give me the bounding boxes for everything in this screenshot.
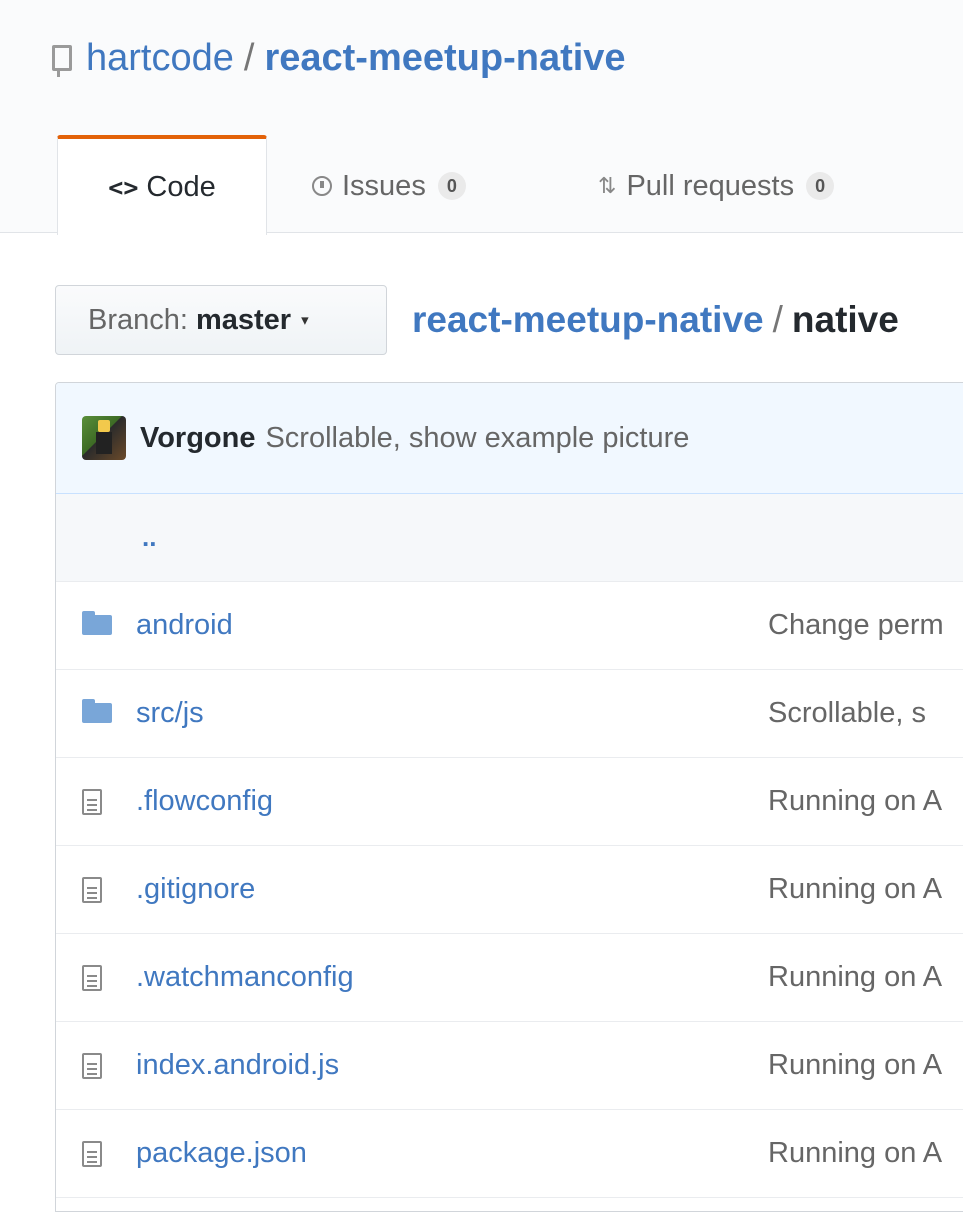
breadcrumb: react-meetup-native / native [412,290,963,350]
file-text-icon [82,789,102,815]
parent-directory-link[interactable]: .. [142,522,156,553]
repo-title: hartcode / react-meetup-native [52,30,626,86]
pull-requests-counter: 0 [806,172,835,200]
repo-name-link[interactable]: react-meetup-native [264,37,625,80]
file-name-link[interactable]: .watchmanconfig [136,961,354,994]
tab-pull-requests-label: Pull requests [626,169,795,202]
file-text-icon [82,1053,102,1079]
file-commit-message-link[interactable]: Running on A [768,785,942,818]
tab-issues-label: Issues [342,169,426,202]
file-name-link[interactable]: .flowconfig [136,785,273,818]
breadcrumb-separator: / [772,299,783,340]
file-commit-message-link[interactable]: Running on A [768,873,942,906]
git-pull-request-icon: ⇅ [598,173,617,199]
code-icon: <> [108,172,139,202]
table-row: .flowconfig Running on A [56,758,963,846]
branch-select-button[interactable]: Branch: master ▾ [55,285,387,355]
repo-title-separator: / [243,36,255,79]
avatar[interactable] [82,416,126,460]
file-commit-message-link[interactable]: Running on A [768,1049,942,1082]
file-name-link[interactable]: index.android.js [136,1049,339,1082]
repo-owner-link[interactable]: hartcode [86,37,234,80]
branch-name: master [195,303,292,336]
file-commit-message-link[interactable]: Running on A [768,1137,942,1170]
tab-issues[interactable]: Issues 0 [312,160,466,212]
file-name-link[interactable]: package.json [136,1137,307,1170]
file-commit-message-link[interactable]: Running on A [768,961,942,994]
table-row: index.android.js Running on A [56,1022,963,1110]
file-text-icon [82,965,102,991]
issue-opened-icon [312,176,332,196]
issues-counter: 0 [437,172,466,200]
folder-icon [82,699,112,723]
breadcrumb-root-link[interactable]: react-meetup-native [412,299,764,341]
tab-code[interactable]: <> Code [57,135,267,235]
file-name-link[interactable]: src/js [136,697,204,730]
file-text-icon [82,877,102,903]
parent-directory-row[interactable]: .. [56,494,963,582]
tab-code-label: Code [146,170,216,203]
table-row: src/js Scrollable, s [56,670,963,758]
file-name-link[interactable]: android [136,609,233,642]
table-row: .gitignore Running on A [56,846,963,934]
file-commit-message-link[interactable]: Change perm [768,609,944,642]
table-row: .watchmanconfig Running on A [56,934,963,1022]
commit-author-link[interactable]: Vorgone [140,422,255,455]
table-row: android Change perm [56,582,963,670]
folder-icon [82,611,112,635]
chevron-down-icon: ▾ [301,312,309,329]
breadcrumb-current: native [791,299,899,340]
file-commit-message-link[interactable]: Scrollable, s [768,697,926,730]
tab-pull-requests[interactable]: ⇅ Pull requests 0 [598,160,835,212]
table-row: package.json Running on A [56,1110,963,1198]
commit-message-link[interactable]: Scrollable, show example picture [265,422,689,455]
file-table: Vorgone Scrollable, show example picture… [55,382,963,1212]
branch-prefix: Branch: [88,303,188,336]
file-name-link[interactable]: .gitignore [136,873,255,906]
latest-commit-bar: Vorgone Scrollable, show example picture [56,383,963,494]
repo-icon [52,45,72,77]
file-text-icon [82,1141,102,1167]
